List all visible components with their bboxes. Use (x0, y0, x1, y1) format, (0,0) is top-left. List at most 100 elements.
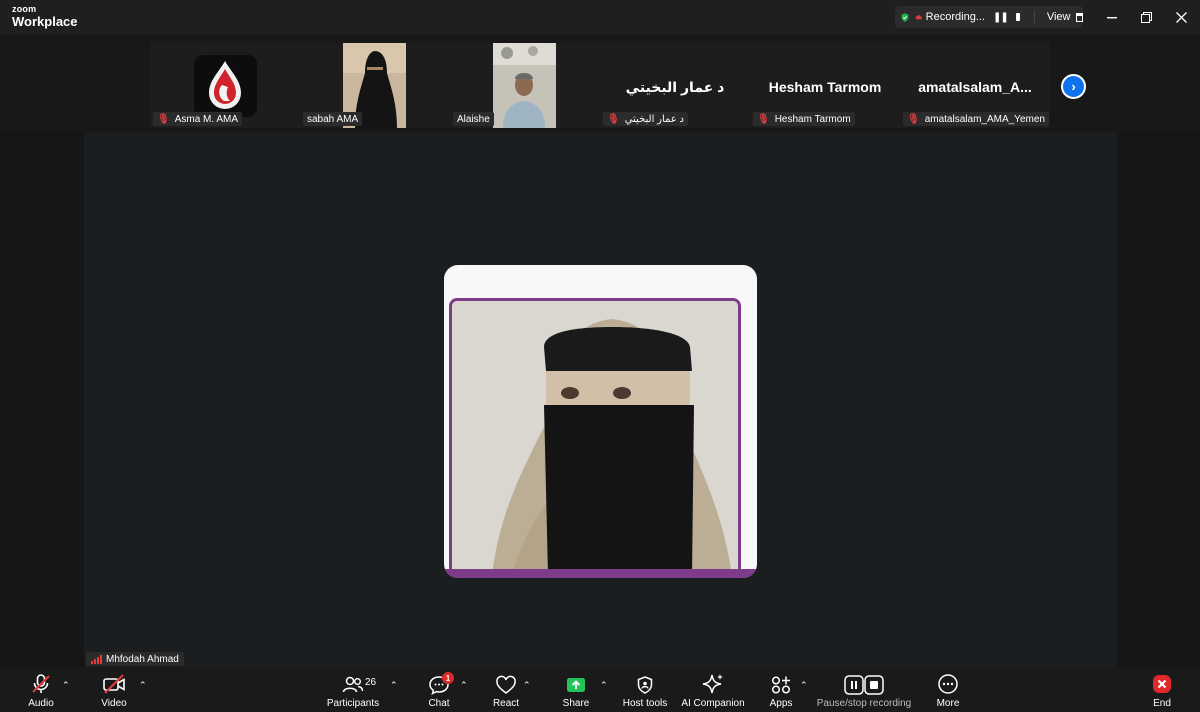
pause-stop-recording-label: Pause/stop recording (816, 698, 912, 709)
react-button[interactable]: React (490, 667, 522, 712)
react-label: React (492, 698, 520, 709)
muted-mic-icon: 🎙 (907, 113, 920, 125)
apps-label: Apps (769, 698, 793, 709)
card-accent-bar (444, 569, 757, 578)
participant-display-name: amatalsalam_A... (918, 79, 1032, 95)
more-label: More (936, 698, 960, 709)
chat-options-caret[interactable]: ⌃ (460, 680, 468, 691)
stop-recording-icon[interactable] (1015, 13, 1021, 21)
ai-companion-button[interactable]: AI Companion (680, 667, 746, 712)
profile-photo (452, 301, 738, 575)
muted-mic-icon: 🎙 (157, 113, 170, 125)
participant-name-tag: sabah AMA (303, 112, 363, 126)
close-icon (1175, 12, 1187, 23)
end-meeting-icon (1153, 675, 1171, 693)
participants-icon (342, 676, 364, 693)
audio-label: Audio (28, 698, 54, 709)
speaker-name: Mhfodah Ahmad (106, 653, 179, 665)
gallery-strip: 🎙 Asma M. AMA sabah AMA Alaishe د عمار ا… (0, 35, 1200, 132)
host-tools-label: Host tools (622, 698, 668, 709)
chat-label: Chat (428, 698, 450, 709)
main-stage: Mhfodah Ahmad (0, 132, 1200, 667)
close-button[interactable] (1161, 0, 1200, 35)
participant-name-tag: Alaishe (453, 112, 494, 126)
participant-name: Hesham Tarmom (774, 113, 851, 125)
view-button[interactable]: View (1047, 11, 1071, 23)
recording-pill[interactable]: Recording... ❚❚ View (895, 6, 1083, 28)
title-bar: zoom Workplace Recording... ❚❚ View (0, 0, 1200, 35)
shield-check-icon (901, 12, 909, 22)
restore-button[interactable] (1126, 0, 1166, 35)
cloud-recording-icon (915, 15, 922, 20)
participant-tile[interactable]: 🎙 Asma M. AMA (150, 43, 300, 128)
brand-big: Workplace (12, 14, 78, 29)
brand-small: zoom (12, 4, 37, 14)
muted-mic-icon: 🎙 (607, 113, 620, 125)
ai-companion-label: AI Companion (681, 698, 745, 709)
sparkle-icon (702, 674, 723, 694)
muted-mic-icon (32, 674, 50, 693)
participant-logo (194, 55, 257, 117)
participant-name-tag: 🎙 Asma M. AMA (153, 112, 243, 126)
participants-options-caret[interactable]: ⌃ (390, 680, 398, 691)
host-tools-button[interactable]: Host tools (620, 667, 670, 712)
chat-unread-badge: 1 (442, 672, 454, 684)
video-options-caret[interactable]: ⌃ (139, 680, 147, 691)
share-label: Share (562, 698, 590, 709)
chevron-right-icon: › (1071, 79, 1076, 94)
meeting-toolbar: Audio ⌃ Video ⌃ Participants 26 ⌃ Chat 1… (0, 667, 1200, 712)
react-options-caret[interactable]: ⌃ (523, 680, 531, 691)
participant-display-name: د عمار البخيتي (625, 79, 725, 95)
pause-recording-icon[interactable]: ❚❚ (993, 12, 1009, 23)
muted-mic-icon: 🎙 (757, 113, 770, 125)
more-icon (938, 674, 958, 694)
active-speaker-view: Mhfodah Ahmad (84, 132, 1117, 667)
audio-options-caret[interactable]: ⌃ (62, 680, 70, 691)
participant-name: د عمار البخيتي (624, 113, 685, 125)
end-label: End (1153, 698, 1171, 709)
participant-tile[interactable]: د عمار البخيتي 🎙 د عمار البخيتي (600, 43, 750, 128)
zoom-logo: zoom Workplace (12, 4, 78, 29)
participant-name-tag: 🎙 د عمار البخيتي (603, 112, 689, 126)
share-button[interactable]: Share (558, 667, 594, 712)
heart-icon (496, 675, 516, 694)
end-button[interactable]: End (1148, 667, 1176, 712)
participant-display-name: Hesham Tarmom (768, 79, 882, 95)
recording-status: Recording... (925, 11, 985, 23)
apps-button[interactable]: Apps (766, 667, 796, 712)
shield-icon (637, 676, 653, 694)
divider (1034, 10, 1035, 24)
participant-name: amatalsalam_AMA_Yemen (924, 113, 1045, 125)
apps-icon (771, 676, 791, 694)
audio-button[interactable]: Audio (22, 667, 60, 712)
pause-stop-recording-icon (844, 675, 884, 695)
participant-tile[interactable]: Alaishe (450, 43, 600, 128)
more-button[interactable]: More (932, 667, 964, 712)
participant-tile[interactable]: Hesham Tarmom 🎙 Hesham Tarmom (750, 43, 900, 128)
participants-button[interactable]: Participants (322, 667, 384, 712)
participant-video (493, 43, 556, 128)
participants-count: 26 (365, 677, 377, 688)
participant-tile[interactable]: amatalsalam_A... 🎙 amatalsalam_AMA_Yemen (900, 43, 1050, 128)
speaker-picture (449, 298, 741, 578)
participant-name-tag: 🎙 Hesham Tarmom (753, 112, 855, 126)
next-page-button[interactable]: › (1061, 74, 1086, 99)
apps-options-caret[interactable]: ⌃ (800, 680, 808, 691)
participant-name: Asma M. AMA (174, 113, 239, 125)
participant-tile[interactable]: sabah AMA (300, 43, 450, 128)
restore-icon (1140, 12, 1152, 23)
participant-name: sabah AMA (307, 113, 359, 125)
speaker-name-tag: Mhfodah Ahmad (86, 652, 184, 666)
video-label: Video (101, 698, 127, 709)
participants-label: Participants (326, 698, 380, 709)
share-options-caret[interactable]: ⌃ (600, 680, 608, 691)
video-off-icon (103, 674, 125, 694)
video-button[interactable]: Video (96, 667, 132, 712)
participant-name: Alaishe (457, 113, 490, 125)
speaker-profile-card (444, 265, 757, 578)
participant-name-tag: 🎙 amatalsalam_AMA_Yemen (903, 112, 1049, 126)
minimize-icon (1107, 16, 1117, 18)
view-grid-icon[interactable] (1076, 12, 1083, 22)
pause-stop-recording-button[interactable]: Pause/stop recording (814, 667, 914, 712)
signal-bars-icon (91, 654, 102, 664)
